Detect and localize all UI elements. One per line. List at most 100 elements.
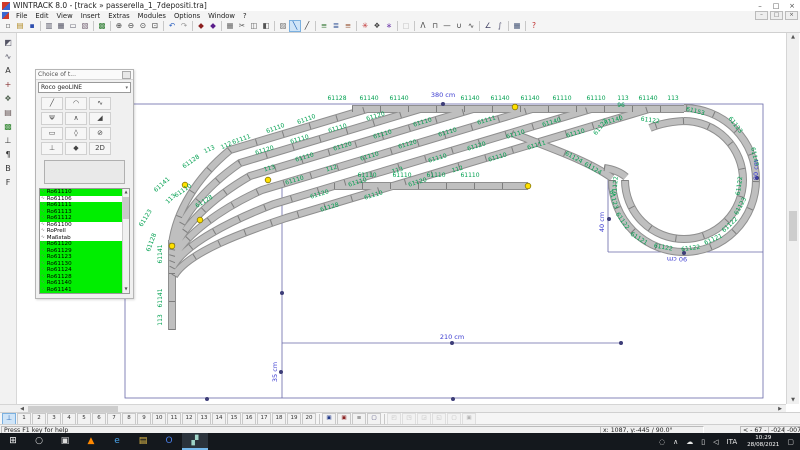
paragraph-icon[interactable]: ¶ <box>2 149 14 161</box>
office-icon[interactable]: O <box>156 433 182 450</box>
diamond-icon[interactable]: ❖ <box>2 93 14 105</box>
zoom-window-icon[interactable]: ⊡ <box>149 20 161 32</box>
plan-canvas[interactable]: 6112861140611406114061140611406111061110… <box>17 33 786 404</box>
taskbar-clock[interactable]: 10:29 28/08/2021 <box>747 435 779 448</box>
catalog-icon[interactable]: ▧ <box>79 20 91 32</box>
flex-icon[interactable]: ∿ <box>465 20 477 32</box>
buffer-icon[interactable]: ⊥ <box>41 142 63 155</box>
paste-icon[interactable]: ◧ <box>260 20 272 32</box>
zoom-in-icon[interactable]: ⊕ <box>113 20 125 32</box>
menu-window[interactable]: Window <box>204 12 239 20</box>
minimize-button[interactable]: – <box>752 2 768 10</box>
track-parts-list[interactable]: ∿Ro61110∿Ro61106∿Ro61111∿Ro61113∿Ro61112… <box>39 188 130 294</box>
vertical-scrollbar[interactable]: ▲ ▼ <box>786 33 799 404</box>
redo-icon[interactable]: ↷ <box>178 20 190 32</box>
zoom-fit-icon[interactable]: ⊙ <box>137 20 149 32</box>
image-icon[interactable]: ▩ <box>96 20 108 32</box>
f-icon[interactable]: F <box>2 177 14 189</box>
list-scroll-thumb[interactable] <box>123 197 129 219</box>
vertical-scroll-thumb[interactable] <box>789 211 797 241</box>
pointer-icon[interactable]: ◩ <box>2 37 14 49</box>
slope-icon[interactable]: ∠ <box>482 20 494 32</box>
price-list-icon[interactable]: ≡ <box>342 20 354 32</box>
bold-icon[interactable]: B <box>2 163 14 175</box>
menu-file[interactable]: File <box>12 12 31 20</box>
wintrack-icon[interactable]: ▞ <box>182 433 208 450</box>
threeway-switch-icon[interactable]: Ψ <box>41 112 63 125</box>
start-button[interactable]: ⊞ <box>0 433 26 450</box>
vlc-icon[interactable]: ▲ <box>78 433 104 450</box>
menu-edit[interactable]: Edit <box>31 12 52 20</box>
tunnel-icon[interactable]: ⊓ <box>429 20 441 32</box>
parts-list-icon[interactable]: ≣ <box>330 20 342 32</box>
maximize-button[interactable]: □ <box>768 2 784 10</box>
view-2d-icon[interactable]: 2D <box>89 142 111 155</box>
flex-track-icon[interactable]: ∿ <box>2 51 14 63</box>
new-icon[interactable]: ▫ <box>2 20 14 32</box>
help-icon[interactable]: ? <box>528 20 540 32</box>
onedrive-icon[interactable]: ☁ <box>686 438 693 446</box>
copy-icon[interactable]: ◫ <box>248 20 260 32</box>
menu-extras[interactable]: Extras <box>104 12 133 20</box>
panel-title-bar[interactable]: Choice of t... <box>36 70 133 80</box>
crossing-icon[interactable]: ▭ <box>41 127 63 140</box>
list-item[interactable]: ∿Ro61141 <box>40 287 129 294</box>
star-icon[interactable]: ∗ <box>383 20 395 32</box>
straight-icon[interactable]: — <box>441 20 453 32</box>
cut-icon[interactable]: ✂ <box>236 20 248 32</box>
explorer-icon[interactable]: ▤ <box>130 433 156 450</box>
image2-icon[interactable]: ▩ <box>2 121 14 133</box>
volume-icon[interactable]: ◁ <box>713 438 718 446</box>
scroll-up-icon[interactable]: ▲ <box>787 34 799 40</box>
menu-help[interactable]: ? <box>239 12 251 20</box>
measure-icon[interactable]: ⊥ <box>2 135 14 147</box>
list-scrollbar[interactable]: ▲ ▼ <box>122 189 129 293</box>
layers-icon[interactable]: ▤ <box>2 107 14 119</box>
switch-right-icon[interactable]: ◢ <box>89 112 111 125</box>
text-icon[interactable]: A <box>2 65 14 77</box>
switch-left-icon[interactable]: ∧ <box>65 112 87 125</box>
close-button[interactable]: × <box>784 2 800 10</box>
mdi-close-button[interactable]: × <box>785 11 798 20</box>
window-tile-icon[interactable]: ▦ <box>511 20 523 32</box>
open-icon[interactable]: ▤ <box>14 20 26 32</box>
menu-insert[interactable]: Insert <box>77 12 105 20</box>
track-system-dropdown[interactable]: Roco geoLINE ▾ <box>38 82 131 93</box>
select-icon[interactable]: ▨ <box>277 20 289 32</box>
search-icon[interactable]: ○ <box>26 433 52 450</box>
scroll-down-icon[interactable]: ▼ <box>123 286 129 293</box>
save-icon[interactable]: ▪ <box>26 20 38 32</box>
track-list-icon[interactable]: ≡ <box>318 20 330 32</box>
draw-track-icon[interactable]: ╲ <box>289 20 301 32</box>
panel-close-icon[interactable] <box>122 71 131 79</box>
grid-icon[interactable]: ▦ <box>224 20 236 32</box>
group-icon[interactable]: ❖ <box>371 20 383 32</box>
height-icon[interactable]: Λ <box>417 20 429 32</box>
battery-icon[interactable]: ▯ <box>701 438 705 446</box>
people-icon[interactable]: ◌ <box>659 438 665 446</box>
edge-icon[interactable]: e <box>104 433 130 450</box>
signal-icon[interactable]: ⊘ <box>89 127 111 140</box>
insert-icon[interactable]: ◆ <box>207 20 219 32</box>
scurve-track-icon[interactable]: ∿ <box>89 97 111 110</box>
menu-modules[interactable]: Modules <box>134 12 170 20</box>
decoration-icon[interactable]: ◆ <box>65 142 87 155</box>
blank-icon[interactable]: ▢ <box>400 20 412 32</box>
print-icon[interactable]: ▦ <box>55 20 67 32</box>
task-view-icon[interactable]: ▣ <box>52 433 78 450</box>
print-preview-icon[interactable]: ▥ <box>43 20 55 32</box>
menu-view[interactable]: View <box>53 12 77 20</box>
chevron-up-icon[interactable]: ∧ <box>673 438 678 446</box>
cross-icon[interactable]: + <box>2 79 14 91</box>
zoom-out-icon[interactable]: ⊖ <box>125 20 137 32</box>
curve-icon[interactable]: ∪ <box>453 20 465 32</box>
flower-icon[interactable]: ✳ <box>359 20 371 32</box>
mdi-restore-button[interactable]: □ <box>770 11 783 20</box>
mdi-minimize-button[interactable]: – <box>755 11 768 20</box>
delete-icon[interactable]: ◆ <box>195 20 207 32</box>
straight-track-icon[interactable]: ╱ <box>41 97 63 110</box>
turntable-icon[interactable]: ◊ <box>65 127 87 140</box>
notification-icon[interactable]: ▢ <box>787 438 794 446</box>
line-icon[interactable]: ╱ <box>301 20 313 32</box>
curve-track-icon[interactable]: ◠ <box>65 97 87 110</box>
